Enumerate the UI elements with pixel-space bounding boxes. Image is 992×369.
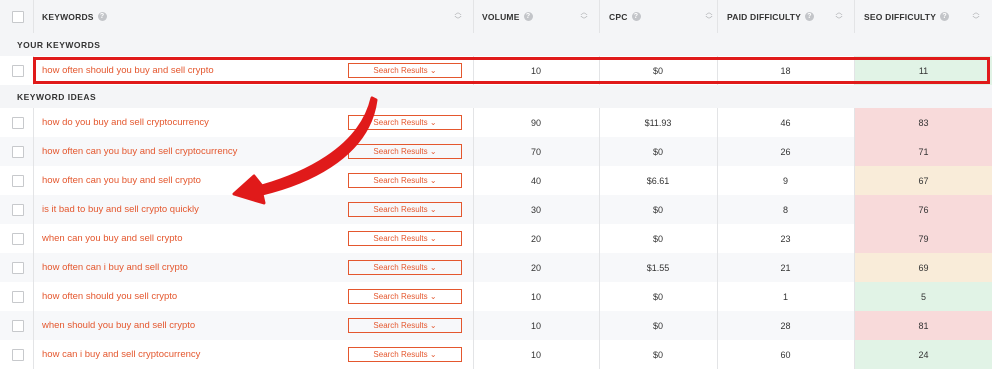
keyword-link[interactable]: how often should you sell crypto: [42, 282, 177, 311]
sort-paid-difficulty-icon[interactable]: ︿ ﹀: [834, 0, 844, 33]
header-volume[interactable]: VOLUME?: [482, 0, 533, 33]
table-row: how do you buy and sell cryptocurrency Se…: [0, 108, 992, 137]
volume-value: 20: [530, 233, 541, 244]
seo-difficulty-value: 24: [855, 340, 992, 369]
header-keywords[interactable]: KEYWORDS?: [42, 0, 107, 33]
section-your-keywords: YOUR KEYWORDS: [0, 33, 992, 56]
sort-cpc-icon[interactable]: ︿ ﹀: [704, 0, 714, 33]
volume-value: 20: [530, 262, 541, 273]
sort-keywords-icon[interactable]: ︿ ﹀: [453, 0, 463, 33]
row-checkbox[interactable]: [12, 253, 24, 282]
cpc-value: $0: [652, 233, 663, 244]
search-results-button[interactable]: Search Results ⌄: [348, 115, 462, 130]
table-header: KEYWORDS? ︿ ﹀ VOLUME? ︿ ﹀ CPC? ︿ ﹀ PAID DIF…: [0, 0, 992, 34]
seo-difficulty-value: 67: [855, 166, 992, 195]
help-icon[interactable]: ?: [804, 12, 814, 21]
volume-value: 10: [530, 291, 541, 302]
paid-difficulty-value: 21: [780, 262, 791, 273]
volume-value: 90: [530, 117, 541, 128]
seo-difficulty-value: 76: [855, 195, 992, 224]
seo-difficulty-value: 81: [855, 311, 992, 340]
sort-seo-difficulty-icon[interactable]: ︿ ﹀: [971, 0, 981, 33]
search-results-button[interactable]: Search Results ⌄: [348, 347, 462, 362]
table-row: how often can i buy and sell crypto Searc…: [0, 253, 992, 282]
cpc-value: $1.55: [646, 262, 670, 273]
row-checkbox[interactable]: [12, 56, 24, 85]
search-results-button[interactable]: Search Results ⌄: [348, 289, 462, 304]
table-row: how often should you sell crypto Search R…: [0, 282, 992, 311]
section-keyword-ideas: KEYWORD IDEAS: [0, 85, 992, 108]
search-results-button[interactable]: Search Results ⌄: [348, 318, 462, 333]
sort-volume-icon[interactable]: ︿ ﹀: [579, 0, 589, 33]
keyword-link[interactable]: how do you buy and sell cryptocurrency: [42, 108, 209, 137]
header-paid-difficulty[interactable]: PAID DIFFICULTY?: [727, 0, 814, 33]
row-checkbox[interactable]: [12, 108, 24, 137]
header-seo-difficulty[interactable]: SEO DIFFICULTY?: [864, 0, 950, 33]
row-checkbox[interactable]: [12, 311, 24, 340]
search-results-button[interactable]: Search Results ⌄: [348, 202, 462, 217]
select-all-checkbox[interactable]: [12, 0, 24, 33]
volume-value: 10: [530, 320, 541, 331]
help-icon[interactable]: ?: [523, 12, 533, 21]
seo-difficulty-value: 5: [855, 282, 992, 311]
search-results-button[interactable]: Search Results ⌄: [348, 260, 462, 275]
paid-difficulty-value: 46: [780, 117, 791, 128]
table-row: is it bad to buy and sell crypto quickly…: [0, 195, 992, 224]
cpc-value: $0: [652, 146, 663, 157]
table-row: how often can you buy and sell cryptocur…: [0, 137, 992, 166]
cpc-value: $0: [652, 349, 663, 360]
help-icon[interactable]: ?: [97, 12, 107, 21]
seo-difficulty-value: 83: [855, 108, 992, 137]
table-row: how often can you buy and sell crypto Sea…: [0, 166, 992, 195]
keyword-link[interactable]: how often can you buy and sell crypto: [42, 166, 201, 195]
header-cpc[interactable]: CPC?: [609, 0, 641, 33]
table-row: how can i buy and sell cryptocurrency Sea…: [0, 340, 992, 369]
paid-difficulty-value: 9: [782, 175, 788, 186]
table-row: when can you buy and sell crypto Search R…: [0, 224, 992, 253]
search-results-button[interactable]: Search Results ⌄: [348, 173, 462, 188]
volume-value: 10: [530, 349, 541, 360]
keyword-link[interactable]: how can i buy and sell cryptocurrency: [42, 340, 200, 369]
paid-difficulty-value: 60: [780, 349, 791, 360]
keyword-link[interactable]: is it bad to buy and sell crypto quickly: [42, 195, 199, 224]
volume-value: 70: [530, 146, 541, 157]
row-checkbox[interactable]: [12, 282, 24, 311]
keyword-link[interactable]: when should you buy and sell crypto: [42, 311, 195, 340]
seo-difficulty-value: 71: [855, 137, 992, 166]
row-checkbox[interactable]: [12, 166, 24, 195]
cpc-value: $6.61: [646, 175, 670, 186]
keyword-link[interactable]: how often can i buy and sell crypto: [42, 253, 188, 282]
cpc-value: $0: [652, 204, 663, 215]
table-row: when should you buy and sell crypto Searc…: [0, 311, 992, 340]
row-checkbox[interactable]: [12, 224, 24, 253]
volume-value: 40: [530, 175, 541, 186]
row-checkbox[interactable]: [12, 340, 24, 369]
search-results-button[interactable]: Search Results ⌄: [348, 231, 462, 246]
row-checkbox[interactable]: [12, 137, 24, 166]
row-checkbox[interactable]: [12, 195, 24, 224]
cpc-value: $0: [652, 320, 663, 331]
paid-difficulty-value: 23: [780, 233, 791, 244]
cpc-value: $11.93: [644, 117, 672, 128]
seo-difficulty-value: 79: [855, 224, 992, 253]
keyword-link[interactable]: how often can you buy and sell cryptocur…: [42, 137, 237, 166]
help-icon[interactable]: ?: [940, 12, 950, 21]
cpc-value: $0: [652, 291, 663, 302]
paid-difficulty-value: 8: [782, 204, 788, 215]
paid-difficulty-value: 1: [782, 291, 788, 302]
help-icon[interactable]: ?: [631, 12, 641, 21]
keyword-link[interactable]: when can you buy and sell crypto: [42, 224, 182, 253]
volume-value: 30: [530, 204, 541, 215]
search-results-button[interactable]: Search Results ⌄: [348, 144, 462, 159]
highlight-box: [33, 57, 990, 84]
paid-difficulty-value: 28: [780, 320, 791, 331]
seo-difficulty-value: 69: [855, 253, 992, 282]
paid-difficulty-value: 26: [780, 146, 791, 157]
